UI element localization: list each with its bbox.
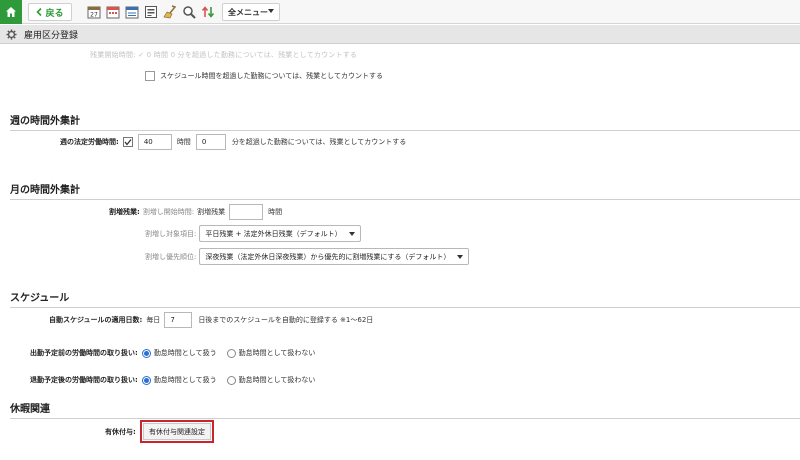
weekly-checkbox[interactable] — [122, 137, 133, 147]
chevron-down-icon — [268, 9, 274, 13]
auto-schedule-suffix: 日後までのスケジュールを自動的に登録する ※1〜62日 — [198, 316, 374, 324]
chevron-left-icon — [36, 8, 43, 16]
monthly-start-unit: 時間 — [268, 208, 283, 216]
auto-schedule-prefix: 毎日 — [146, 316, 161, 324]
section-leave: 休暇関連 — [10, 400, 800, 419]
leave-label-text: 有休付与: — [105, 428, 136, 436]
card-icon[interactable] — [143, 4, 159, 20]
monthly-target-row: 割増し対象項目: 平日残業 + 法定外休日残業（デフォルト） — [145, 225, 361, 242]
section-monthly: 月の時間外集計 — [10, 181, 800, 200]
before-shift-opt-none: 勤怠時間として扱わない — [238, 349, 316, 357]
monthly-priority-row: 割増し優先順位: 深夜残業（法定外休日深夜残業）から優先的に割増残業にする（デフ… — [145, 248, 470, 265]
monthly-start-input[interactable] — [229, 204, 264, 220]
schedule-icon[interactable] — [105, 4, 121, 20]
auto-schedule-row: 自動スケジュールの適用日数: 毎日 7 日後までのスケジュールを自動的に登録する… — [49, 312, 373, 328]
monthly-start-label: 割増し開始時間: — [142, 208, 195, 216]
top-toolbar: 戻る 27 全メニュー — [0, 0, 800, 24]
chevron-down-icon — [348, 232, 355, 236]
faded-overtime-row: 残業開始時間: ✓ 0 時間 0 分を超過した勤務については、残業としてカウント… — [90, 51, 358, 59]
all-menu-label: 全メニュー — [228, 7, 268, 17]
monthly-label: 割増残業: — [109, 208, 140, 216]
after-shift-row: 退勤予定後の労働時間の取り扱い: 勤怠時間として扱う 勤怠時間として扱わない — [30, 375, 315, 385]
after-shift-opt-rest: 勤怠時間として扱う — [153, 376, 217, 384]
weekly-hours-input[interactable]: 40 — [137, 134, 172, 150]
after-shift-opt-none: 勤怠時間として扱わない — [238, 376, 316, 384]
monthly-priority-value: 深夜残業（法定外休日深夜残業）から優先的に割増残業にする（デフォルト） — [205, 252, 451, 261]
broom-icon[interactable] — [162, 4, 178, 20]
monthly-target-label: 割増し対象項目: — [145, 229, 197, 238]
page-title-bar: 雇用区分登録 — [0, 25, 800, 44]
leave-label: 有休付与: — [105, 427, 136, 437]
monthly-start-row: 割増残業: 割増し開始時間: 割増残業 時間 — [109, 204, 282, 220]
calendar-icon[interactable]: 27 — [86, 4, 102, 20]
schedule-overtime-checkbox[interactable] — [145, 71, 155, 81]
chevron-down-icon — [457, 255, 464, 259]
after-shift-radio-rest[interactable] — [141, 375, 151, 385]
weekly-hours-unit: 時間 — [176, 138, 191, 146]
before-shift-radio-rest[interactable] — [141, 348, 151, 358]
page-title: 雇用区分登録 — [24, 30, 79, 41]
schedule-overtime-label: スケジュール時間を超過した勤務については、残業としてカウントする — [160, 72, 383, 80]
before-shift-label: 出勤予定前の労働時間の取り扱い: — [30, 349, 138, 357]
sort-icon[interactable] — [200, 4, 216, 20]
home-button[interactable] — [0, 0, 22, 24]
before-shift-opt-rest: 勤怠時間として扱う — [153, 349, 217, 357]
weekly-suffix: 分を超過した勤務については、残業としてカウントする — [231, 138, 407, 146]
after-shift-radio-none[interactable] — [226, 375, 236, 385]
weekly-row: 週の法定労働時間: 40 時間 0 分を超過した勤務については、残業としてカウン… — [60, 134, 406, 150]
back-label: 戻る — [45, 8, 64, 19]
auto-schedule-label: 自動スケジュールの適用日数: — [49, 316, 143, 324]
before-shift-row: 出勤予定前の労働時間の取り扱い: 勤怠時間として扱う 勤怠時間として扱わない — [30, 348, 315, 358]
section-weekly: 週の時間外集計 — [10, 112, 800, 131]
back-button[interactable]: 戻る — [28, 3, 72, 21]
monthly-target-select[interactable]: 平日残業 + 法定外休日残業（デフォルト） — [199, 225, 361, 242]
before-shift-radio-none[interactable] — [226, 348, 236, 358]
monthly-priority-label: 割増し優先順位: — [145, 252, 197, 261]
gear-icon — [6, 28, 17, 40]
section-schedule: スケジュール — [10, 289, 800, 308]
weekly-minutes-input[interactable]: 0 — [195, 134, 226, 150]
leave-settings-button[interactable]: 有休付与関連設定 — [143, 423, 211, 440]
auto-schedule-days-input[interactable]: 7 — [164, 312, 193, 328]
check-icon — [124, 139, 132, 146]
after-shift-label: 退勤予定後の労働時間の取り扱い: — [30, 376, 138, 384]
monthly-priority-select[interactable]: 深夜残業（法定外休日深夜残業）から優先的に割増残業にする（デフォルト） — [199, 248, 470, 265]
svg-text:27: 27 — [90, 12, 98, 19]
monthly-target-value: 平日残業 + 法定外休日残業（デフォルト） — [205, 229, 342, 238]
leave-settings-highlight: 有休付与関連設定 — [140, 420, 214, 443]
weekly-label: 週の法定労働時間: — [60, 138, 119, 146]
home-icon — [6, 7, 16, 17]
schedule-overtime-row: スケジュール時間を超過した勤務については、残業としてカウントする — [145, 71, 383, 81]
search-icon[interactable] — [181, 4, 197, 20]
monthly-start-prefix: 割増残業 — [197, 208, 226, 216]
all-menu-dropdown[interactable]: 全メニュー — [222, 3, 280, 21]
timesheet-icon[interactable] — [124, 4, 140, 20]
